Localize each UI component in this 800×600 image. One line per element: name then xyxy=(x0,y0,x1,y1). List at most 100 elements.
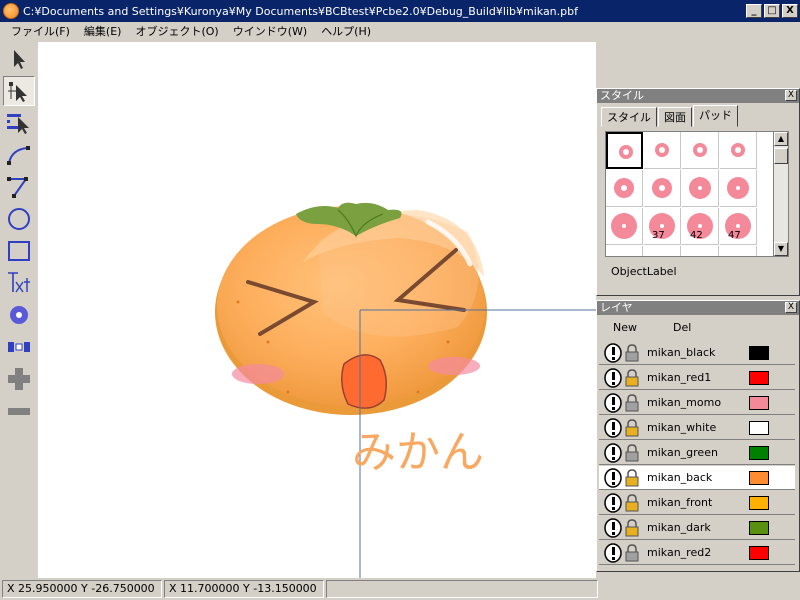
lock-icon[interactable] xyxy=(625,343,639,362)
pad-cell[interactable] xyxy=(644,170,681,207)
maximize-button[interactable]: □ xyxy=(764,4,780,18)
scroll-up-icon[interactable]: ▲ xyxy=(774,132,788,146)
visibility-icon[interactable] xyxy=(603,367,623,388)
layer-row[interactable]: mikan_front xyxy=(599,491,795,515)
lock-icon[interactable] xyxy=(625,443,639,462)
layer-row[interactable]: mikan_momo xyxy=(599,391,795,415)
menu-window[interactable]: ウインドウ(W) xyxy=(226,23,314,41)
tab-drawing[interactable]: 図面 xyxy=(658,107,692,127)
layer-color-swatch[interactable] xyxy=(749,395,769,410)
app-icon[interactable] xyxy=(3,3,19,19)
layer-name: mikan_momo xyxy=(647,396,722,409)
pad-cell[interactable] xyxy=(720,246,757,256)
layer-color-swatch[interactable] xyxy=(749,345,769,360)
pad-shape-icon xyxy=(689,177,711,199)
layer-name: mikan_red1 xyxy=(647,371,712,384)
title-bar[interactable]: C:¥Documents and Settings¥Kuronya¥My Doc… xyxy=(0,0,800,22)
lock-icon[interactable] xyxy=(625,393,639,412)
pad-tool[interactable] xyxy=(3,300,35,330)
group-select-tool[interactable] xyxy=(3,108,35,138)
minimize-button[interactable]: _ xyxy=(746,4,762,18)
close-button[interactable]: X xyxy=(782,4,798,18)
style-panel: スタイル X スタイル 図面 パッド 37 42 47 ▲ ▼ ObjectLabe… xyxy=(596,88,800,296)
pad-cell[interactable]: 42 xyxy=(682,208,719,245)
array-icon xyxy=(8,342,30,352)
lock-icon[interactable] xyxy=(625,468,639,487)
node-select-tool[interactable] xyxy=(3,76,35,106)
visibility-icon[interactable] xyxy=(603,517,623,538)
layer-row[interactable]: mikan_red1 xyxy=(599,366,795,390)
pad-cell[interactable] xyxy=(606,246,643,256)
pad-cell[interactable] xyxy=(720,170,757,207)
layer-color-swatch[interactable] xyxy=(749,445,769,460)
pad-cell[interactable]: 47 xyxy=(720,208,757,245)
drawing-canvas[interactable]: みかん xyxy=(38,42,596,578)
visibility-icon[interactable] xyxy=(603,417,623,438)
menu-file[interactable]: ファイル(F) xyxy=(4,23,77,41)
menu-object[interactable]: オブジェクト(O) xyxy=(128,23,225,41)
lock-icon[interactable] xyxy=(625,368,639,387)
style-panel-title[interactable]: スタイル X xyxy=(597,89,799,103)
tab-style[interactable]: スタイル xyxy=(601,107,657,127)
pad-cell[interactable] xyxy=(644,246,681,256)
polyline-tool[interactable] xyxy=(3,172,35,202)
menu-edit[interactable]: 編集(E) xyxy=(77,23,129,41)
layer-color-swatch[interactable] xyxy=(749,470,769,485)
pad-cell[interactable] xyxy=(644,132,681,169)
layer-color-swatch[interactable] xyxy=(749,420,769,435)
pad-cell[interactable] xyxy=(682,170,719,207)
lock-icon[interactable] xyxy=(625,543,639,562)
pad-shape-icon xyxy=(619,145,633,159)
minus-icon xyxy=(8,408,30,415)
scroll-thumb[interactable] xyxy=(774,148,788,164)
group-select-icon xyxy=(7,114,29,134)
lock-icon[interactable] xyxy=(625,418,639,437)
tab-pad[interactable]: パッド xyxy=(693,105,738,127)
visibility-icon[interactable] xyxy=(603,392,623,413)
node-arrow-icon xyxy=(8,82,27,102)
visibility-icon[interactable] xyxy=(603,542,623,563)
array-tool[interactable] xyxy=(3,332,35,362)
curve-tool[interactable] xyxy=(3,140,35,170)
layer-row[interactable]: mikan_black xyxy=(599,341,795,365)
layer-row[interactable]: mikan_back xyxy=(599,466,795,490)
visibility-icon[interactable] xyxy=(603,442,623,463)
pad-cell[interactable] xyxy=(720,132,757,169)
style-panel-close-button[interactable]: X xyxy=(785,90,797,101)
window-title: C:¥Documents and Settings¥Kuronya¥My Doc… xyxy=(23,4,578,18)
curve-icon xyxy=(7,146,30,165)
pad-cell[interactable] xyxy=(606,208,643,245)
layer-panel-close-button[interactable]: X xyxy=(785,302,797,313)
lock-icon[interactable] xyxy=(625,493,639,512)
pad-cell[interactable]: 37 xyxy=(644,208,681,245)
pad-scrollbar[interactable]: ▲ ▼ xyxy=(773,131,789,257)
rectangle-tool[interactable] xyxy=(3,236,35,266)
status-extra xyxy=(326,580,598,598)
layer-row[interactable]: mikan_white xyxy=(599,416,795,440)
visibility-icon[interactable] xyxy=(603,342,623,363)
layer-row[interactable]: mikan_dark xyxy=(599,516,795,540)
layer-row[interactable]: mikan_green xyxy=(599,441,795,465)
menu-help[interactable]: ヘルプ(H) xyxy=(314,23,378,41)
scroll-down-icon[interactable]: ▼ xyxy=(774,242,788,256)
pad-cell[interactable] xyxy=(606,170,643,207)
pad-cell[interactable] xyxy=(682,246,719,256)
remove-tool[interactable] xyxy=(3,396,35,426)
layer-row[interactable]: mikan_red2 xyxy=(599,541,795,565)
layer-list: mikan_black mikan_red1 mikan_momo mikan_whi… xyxy=(599,341,797,569)
pad-cell[interactable] xyxy=(606,132,643,169)
text-tool[interactable] xyxy=(3,268,35,298)
layer-color-swatch[interactable] xyxy=(749,545,769,560)
visibility-icon[interactable] xyxy=(603,467,623,488)
pad-cell[interactable] xyxy=(682,132,719,169)
layer-color-swatch[interactable] xyxy=(749,495,769,510)
arrow-tool[interactable] xyxy=(3,44,35,74)
add-tool[interactable] xyxy=(3,364,35,394)
layer-color-swatch[interactable] xyxy=(749,520,769,535)
visibility-icon[interactable] xyxy=(603,492,623,513)
layer-panel-title[interactable]: レイヤ X xyxy=(597,301,799,315)
lock-icon[interactable] xyxy=(625,518,639,537)
layer-color-swatch[interactable] xyxy=(749,370,769,385)
circle-tool[interactable] xyxy=(3,204,35,234)
circle-icon xyxy=(8,208,30,230)
